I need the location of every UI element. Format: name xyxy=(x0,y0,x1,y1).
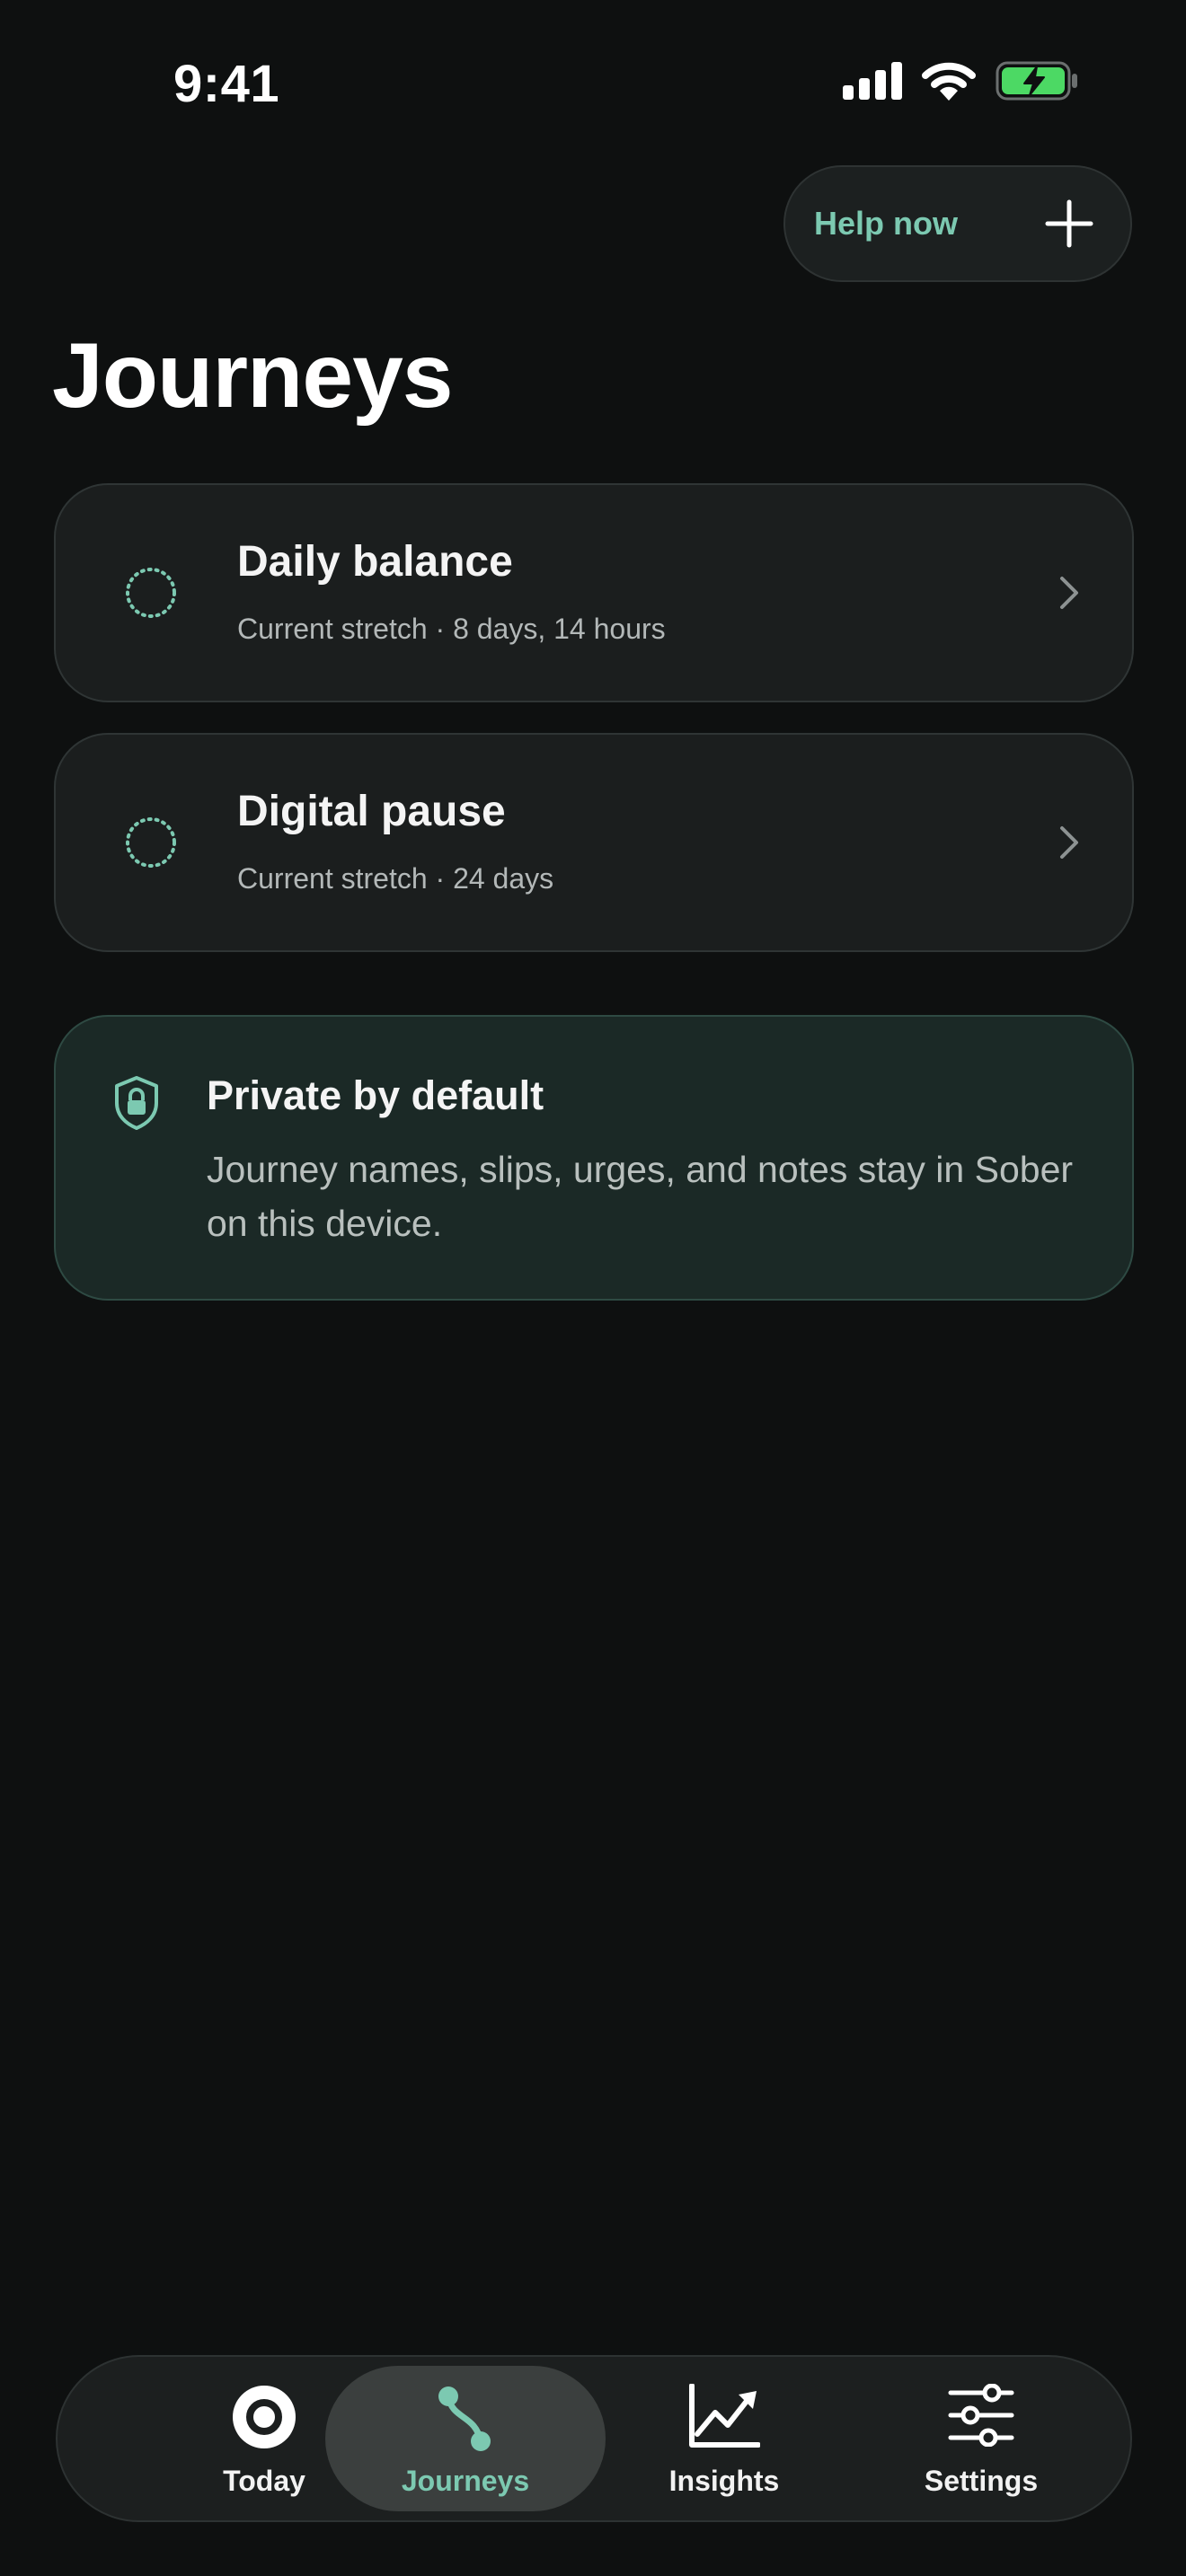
tab-bar: Today Journeys Insights Settings xyxy=(56,2355,1132,2522)
tab-label: Insights xyxy=(668,2465,780,2497)
progress-ring-icon xyxy=(126,568,176,618)
help-now-label: Help now xyxy=(814,205,958,242)
journey-subtitle: Current stretch · 8 days, 14 hours xyxy=(237,613,666,645)
help-now-button[interactable]: Help now xyxy=(783,165,1132,282)
journey-subtitle: Current stretch · 24 days xyxy=(237,862,554,895)
privacy-body: Journey names, slips, urges, and notes s… xyxy=(207,1149,1074,1244)
page-title: Journeys xyxy=(52,324,454,427)
status-icons xyxy=(843,61,1078,101)
tab-insights[interactable]: Insights xyxy=(584,2366,864,2511)
journey-title: Daily balance xyxy=(237,538,513,586)
journeys-icon xyxy=(438,2386,491,2451)
journey-card-daily-balance[interactable]: Daily balance Current stretch · 8 days, … xyxy=(54,483,1134,702)
insights-icon xyxy=(689,2384,760,2448)
privacy-title: Private by default xyxy=(207,1072,544,1118)
shield-lock-icon xyxy=(115,1076,158,1130)
cellular-signal-icon xyxy=(843,62,902,100)
privacy-card: Private by default Journey names, slips,… xyxy=(54,1015,1134,1301)
status-time: 9:41 xyxy=(173,55,280,113)
settings-icon xyxy=(948,2384,1014,2447)
plus-icon xyxy=(1045,199,1093,248)
progress-ring-icon xyxy=(126,817,176,868)
tab-settings[interactable]: Settings xyxy=(841,2366,1121,2511)
chevron-right-icon xyxy=(1060,826,1078,859)
tab-label: Journeys xyxy=(401,2465,530,2497)
journey-title: Digital pause xyxy=(237,788,506,835)
battery-charging-icon xyxy=(996,61,1077,101)
tab-label: Settings xyxy=(924,2465,1039,2497)
tab-journeys[interactable]: Journeys xyxy=(325,2366,606,2511)
journey-card-digital-pause[interactable]: Digital pause Current stretch · 24 days xyxy=(54,733,1134,952)
today-icon xyxy=(233,2386,296,2448)
chevron-right-icon xyxy=(1060,577,1078,609)
wifi-icon xyxy=(922,62,976,101)
status-bar: 9:41 xyxy=(0,0,1186,171)
